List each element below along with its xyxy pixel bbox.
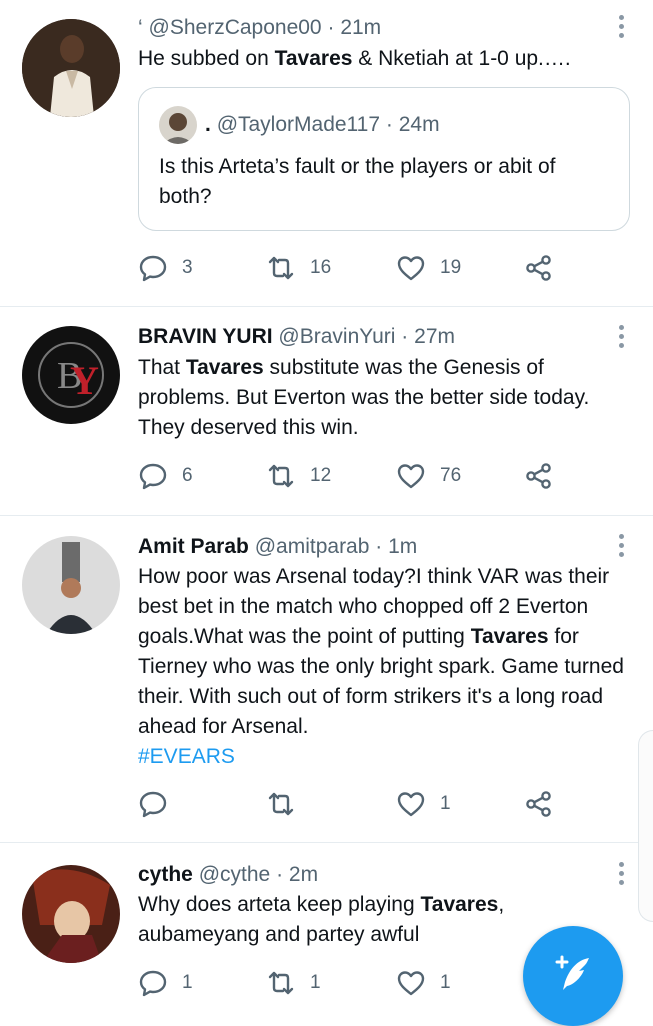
- heart-icon: [397, 792, 425, 817]
- more-vertical-icon[interactable]: [619, 325, 625, 351]
- more-vertical-icon[interactable]: [619, 534, 625, 560]
- like-button[interactable]: 19: [396, 252, 461, 284]
- heart-icon: [397, 971, 425, 996]
- share-button[interactable]: [524, 460, 554, 492]
- separator-dot: ·: [401, 325, 409, 348]
- tweet-1[interactable]: ‘ @SherzCapone00 · 21m He subbed on Tava…: [0, 0, 653, 307]
- tweet-2[interactable]: B Y BRAVIN YURI @BravinYuri · 27m That T…: [0, 307, 653, 516]
- timestamp[interactable]: 21m: [340, 16, 381, 39]
- more-vertical-icon[interactable]: [619, 862, 625, 888]
- quoted-avatar: [159, 106, 197, 144]
- reply-icon: [139, 970, 167, 997]
- quoted-tweet[interactable]: . @TaylorMade117 · 24m Is this Arteta’s …: [138, 87, 630, 231]
- retweet-button[interactable]: 12: [266, 460, 331, 492]
- scrollbar[interactable]: [638, 730, 653, 922]
- compose-tweet-icon: [555, 955, 589, 990]
- retweet-button[interactable]: 1: [266, 967, 321, 999]
- text-run: ,: [498, 893, 505, 916]
- timestamp[interactable]: 2m: [289, 863, 318, 886]
- text-run: That: [138, 356, 186, 379]
- retweet-count: 16: [310, 257, 332, 278]
- reply-icon: [139, 791, 167, 818]
- timestamp[interactable]: 27m: [414, 325, 455, 348]
- reply-count: 1: [182, 972, 193, 993]
- retweet-icon: [268, 464, 294, 488]
- author-name-prefix: ‘: [138, 16, 143, 39]
- tweet-actions: 1 1 1: [138, 967, 578, 999]
- tweet-text: How poor was Arsenal today?I think VAR w…: [138, 562, 633, 772]
- heart-icon: [397, 256, 425, 281]
- avatar[interactable]: [22, 865, 120, 963]
- tweet-text: He subbed on Tavares & Nketiah at 1-0 up…: [138, 44, 633, 74]
- text-run: & Nketiah at 1-0 up.….: [352, 47, 571, 70]
- reply-icon: [139, 255, 167, 282]
- author-handle[interactable]: @amitparab: [255, 535, 370, 558]
- tweet-actions: 3 16 19: [138, 252, 578, 284]
- tweet-actions: 6 12 76: [138, 460, 578, 492]
- retweet-count: 1: [310, 972, 321, 993]
- retweet-icon: [268, 256, 294, 280]
- compose-tweet-button[interactable]: [523, 926, 623, 1026]
- reply-icon: [139, 463, 167, 490]
- share-button[interactable]: [524, 788, 554, 820]
- share-icon: [526, 791, 551, 817]
- reply-count: 3: [182, 257, 193, 278]
- text-run: aubameyang and partey awful: [138, 923, 420, 946]
- author-name[interactable]: Amit Parab: [138, 535, 249, 558]
- like-button[interactable]: 1: [396, 967, 451, 999]
- tweet-actions: 1: [138, 788, 578, 820]
- separator-dot: ·: [375, 535, 383, 558]
- avatar[interactable]: B Y: [22, 326, 120, 424]
- share-icon: [526, 255, 551, 281]
- highlight-keyword: Tavares: [274, 47, 353, 70]
- separator-dot: ·: [276, 863, 284, 886]
- separator-dot: ·: [385, 113, 393, 136]
- reply-button[interactable]: [138, 788, 182, 820]
- like-count: 19: [440, 257, 462, 278]
- author-handle[interactable]: @SherzCapone00: [149, 16, 322, 39]
- tweet-text: That Tavares substitute was the Genesis …: [138, 353, 633, 443]
- like-count: 1: [440, 972, 451, 993]
- text-run: Why does arteta keep playing: [138, 893, 421, 916]
- like-button[interactable]: 1: [396, 788, 451, 820]
- quoted-handle[interactable]: @TaylorMade117: [217, 113, 380, 136]
- retweet-button[interactable]: [266, 788, 310, 820]
- like-count: 76: [440, 465, 462, 486]
- share-icon: [526, 463, 551, 489]
- tweet-3[interactable]: Amit Parab @amitparab · 1m How poor was …: [0, 516, 653, 843]
- retweet-icon: [268, 971, 294, 995]
- like-button[interactable]: 76: [396, 460, 461, 492]
- text-run: He subbed on: [138, 47, 275, 70]
- highlight-keyword: Tavares: [185, 356, 264, 379]
- hashtag-link[interactable]: #EVEARS: [138, 745, 235, 768]
- avatar[interactable]: [22, 19, 120, 117]
- author-name[interactable]: cythe: [138, 863, 193, 886]
- avatar[interactable]: [22, 536, 120, 634]
- timestamp[interactable]: 1m: [388, 535, 417, 558]
- heart-icon: [397, 464, 425, 489]
- reply-button[interactable]: 3: [138, 252, 193, 284]
- svg-text:Y: Y: [70, 358, 99, 403]
- author-handle[interactable]: @cythe: [199, 863, 271, 886]
- retweet-icon: [268, 792, 294, 816]
- share-button[interactable]: [524, 252, 554, 284]
- quoted-text: Is this Arteta’s fault or the players or…: [159, 155, 556, 208]
- quoted-timestamp: 24m: [398, 113, 440, 136]
- highlight-keyword: Tavares: [420, 893, 499, 916]
- author-name[interactable]: BRAVIN YURI: [138, 325, 273, 348]
- reply-button[interactable]: 1: [138, 967, 193, 999]
- highlight-keyword: Tavares: [470, 625, 549, 648]
- like-count: 1: [440, 793, 451, 814]
- reply-button[interactable]: 6: [138, 460, 193, 492]
- retweet-count: 12: [310, 465, 332, 486]
- author-handle[interactable]: @BravinYuri: [278, 325, 395, 348]
- separator-dot: ·: [327, 16, 335, 39]
- retweet-button[interactable]: 16: [266, 252, 331, 284]
- reply-count: 6: [182, 465, 193, 486]
- more-vertical-icon[interactable]: [619, 15, 625, 41]
- quoted-prefix: .: [205, 113, 211, 136]
